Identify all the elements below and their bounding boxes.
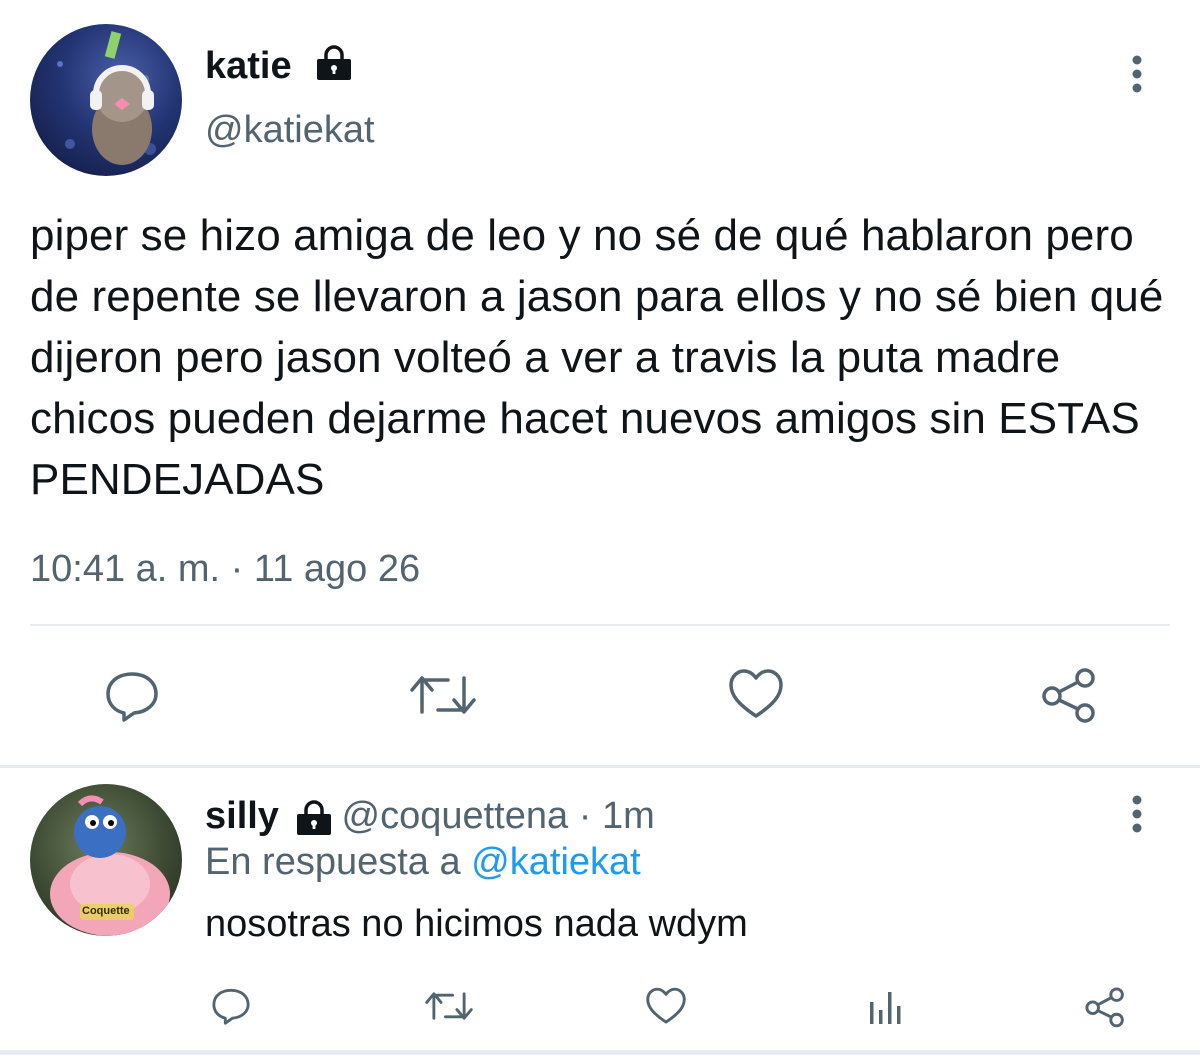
avatar-caption: Coquette xyxy=(82,905,130,917)
reply-separator: · xyxy=(578,795,592,837)
author-avatar[interactable] xyxy=(30,24,182,176)
reply-context-handle[interactable]: @katiekat xyxy=(471,841,641,883)
share-icon[interactable] xyxy=(1040,666,1098,724)
lock-icon xyxy=(314,44,354,82)
like-icon[interactable] xyxy=(728,668,784,720)
reply-context: En respuesta a @katiekat xyxy=(205,840,641,884)
reply-display-name[interactable]: silly xyxy=(205,795,279,837)
reply-header: silly @coquettena · 1m xyxy=(205,794,655,838)
lock-icon xyxy=(294,799,334,837)
more-options-icon[interactable] xyxy=(1128,794,1146,834)
reply-handle[interactable]: @coquettena xyxy=(342,795,569,837)
bottom-divider xyxy=(0,1050,1200,1055)
reply-icon[interactable] xyxy=(104,668,160,724)
reply-time[interactable]: 1m xyxy=(602,795,655,837)
reply-icon[interactable] xyxy=(211,986,251,1026)
like-icon[interactable] xyxy=(645,987,687,1025)
more-options-icon[interactable] xyxy=(1128,54,1146,94)
analytics-icon[interactable] xyxy=(866,988,906,1026)
reply-author-avatar[interactable]: Coquette xyxy=(30,784,182,936)
retweet-icon[interactable] xyxy=(410,670,476,720)
author-display-name[interactable]: katie xyxy=(205,44,292,88)
share-icon[interactable] xyxy=(1084,986,1126,1028)
tweet-timestamp[interactable]: 10:41 a. m. · 11 ago 26 xyxy=(30,547,420,591)
reply-context-label: En respuesta a xyxy=(205,841,461,883)
divider xyxy=(30,624,1170,626)
tweet-text: piper se hizo amiga de leo y no sé de qu… xyxy=(30,211,1164,504)
reply-text: nosotras no hicimos nada wdym xyxy=(205,903,748,945)
author-handle[interactable]: @katiekat xyxy=(205,108,375,152)
retweet-icon[interactable] xyxy=(425,988,473,1024)
section-divider xyxy=(0,765,1200,768)
